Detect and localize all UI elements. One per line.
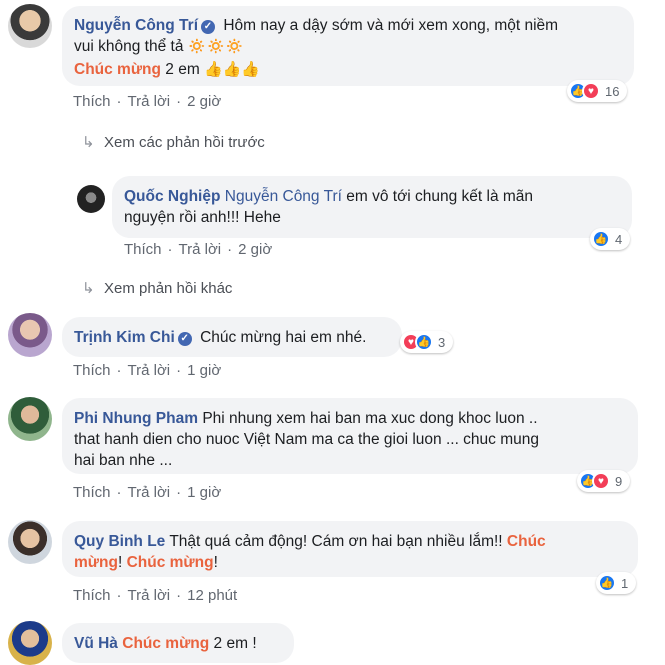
comment-actions: Thích · Trả lời · 1 giờ	[73, 484, 222, 501]
highlight-text: Chúc mừng	[74, 61, 161, 78]
reply-arrow-icon: ↳	[82, 134, 95, 151]
comment-text: Thật quá cảm động! Cám ơn hai bạn nhiều …	[169, 533, 507, 550]
avatar[interactable]	[8, 313, 52, 357]
like-link[interactable]: Thích	[73, 362, 111, 379]
reaction-summary[interactable]: 👍 4	[590, 228, 631, 250]
commenter-name[interactable]: Quốc Nghiệp	[124, 188, 220, 205]
highlight-text: mừng	[74, 554, 118, 571]
commenter-name[interactable]: Nguyễn Công Trí	[74, 17, 198, 34]
comment-text: vui không thể tả	[74, 38, 184, 55]
commenter-name[interactable]: Trịnh Kim Chi	[74, 329, 175, 346]
comment-bubble: Quy Binh Le Thật quá cảm động! Cám ơn ha…	[62, 521, 638, 577]
sparkle-emoji-icon: 🔅🔅🔅	[187, 38, 244, 55]
highlight-text: Chúc mừng	[122, 635, 210, 652]
comment-actions: Thích · Trả lời · 2 giờ	[124, 241, 273, 258]
commenter-name[interactable]: Vũ Hà	[74, 635, 118, 652]
timestamp[interactable]: 1 giờ	[187, 362, 221, 379]
comment-text: !	[117, 554, 127, 571]
reply-link[interactable]: Trả lời	[128, 362, 171, 379]
comment-bubble: Nguyễn Công Trí ✓ Hôm nay a dậy sớm và mớ…	[62, 6, 634, 86]
comment-bubble: Vũ Hà Chúc mừng 2 em !	[62, 623, 294, 663]
reply-link[interactable]: Trả lời	[128, 93, 171, 110]
like-link[interactable]: Thích	[73, 93, 111, 110]
like-link[interactable]: Thích	[73, 587, 111, 604]
comment-actions: Thích · Trả lời · 2 giờ	[73, 93, 222, 110]
avatar[interactable]	[8, 4, 52, 48]
timestamp[interactable]: 12 phút	[187, 587, 237, 604]
comment-actions: Thích · Trả lời · 12 phút	[73, 587, 238, 604]
reply-link[interactable]: Trả lời	[128, 484, 171, 501]
timestamp[interactable]: 2 giờ	[238, 241, 272, 258]
highlight-text: Chúc mừng	[126, 554, 214, 571]
comment-text: Phi nhung xem hai ban ma xuc dong khoc l…	[202, 410, 538, 427]
reaction-summary[interactable]: 👍 ♥ 16	[567, 80, 628, 102]
commenter-name[interactable]: Quy Binh Le	[74, 533, 165, 550]
commenter-name[interactable]: Phi Nhung Pham	[74, 410, 198, 427]
like-reaction-icon: 👍	[598, 574, 616, 592]
view-previous-replies-link[interactable]: ↳ Xem các phản hồi trước	[82, 133, 265, 151]
comment-text: hai ban nhe ...	[74, 452, 173, 469]
reply-link[interactable]: Trả lời	[179, 241, 222, 258]
reaction-summary[interactable]: ♥ 👍 3	[400, 331, 454, 353]
love-reaction-icon: ♥	[592, 472, 610, 490]
comment-text: Hôm nay a dậy sớm và mới xem xong, một n…	[223, 17, 559, 34]
like-reaction-icon: 👍	[415, 333, 433, 351]
verified-badge-icon: ✓	[201, 20, 215, 34]
comment-text: !	[213, 554, 218, 571]
comment-text: 2 em	[161, 61, 200, 78]
like-link[interactable]: Thích	[124, 241, 162, 258]
reply-bubble: Quốc Nghiệp Nguyễn Công Trí em vô tới ch…	[112, 176, 632, 238]
mention-link[interactable]: Nguyễn Công Trí	[225, 188, 342, 205]
avatar[interactable]	[8, 520, 52, 564]
comment-actions: Thích · Trả lời · 1 giờ	[73, 362, 222, 379]
avatar[interactable]	[77, 185, 105, 213]
like-reaction-icon: 👍	[592, 230, 610, 248]
reaction-summary[interactable]: 👍 1	[596, 572, 637, 594]
highlight-text: Chúc	[506, 533, 546, 550]
timestamp[interactable]: 1 giờ	[187, 484, 221, 501]
reaction-summary[interactable]: 👍 ♥ 9	[577, 470, 631, 492]
view-more-replies-link[interactable]: ↳ Xem phản hồi khác	[82, 279, 232, 297]
reaction-count: 9	[615, 473, 623, 489]
comment-text: em vô tới chung kết là mãn	[341, 188, 534, 205]
reaction-count: 1	[621, 575, 629, 591]
comment-text: Chúc mừng hai em nhé.	[200, 329, 367, 346]
reply-link[interactable]: Trả lời	[128, 587, 171, 604]
thumbs-up-emoji-icon: 👍👍👍	[204, 61, 261, 78]
comment-bubble: Phi Nhung Pham Phi nhung xem hai ban ma …	[62, 398, 638, 474]
comment-text: that hanh dien cho nuoc Việt Nam ma ca t…	[74, 431, 539, 448]
like-link[interactable]: Thích	[73, 484, 111, 501]
reaction-count: 4	[615, 231, 623, 247]
avatar[interactable]	[8, 397, 52, 441]
comment-text: 2 em !	[209, 635, 257, 652]
comment-text: nguyện rồi anh!!! Hehe	[124, 209, 281, 226]
love-reaction-icon: ♥	[582, 82, 600, 100]
reaction-count: 16	[605, 83, 620, 99]
avatar[interactable]	[8, 621, 52, 665]
verified-badge-icon: ✓	[177, 332, 192, 346]
timestamp[interactable]: 2 giờ	[187, 93, 221, 110]
reaction-count: 3	[438, 334, 446, 350]
reply-arrow-icon: ↳	[82, 280, 95, 297]
comment-bubble: Trịnh Kim Chi ✓ Chúc mừng hai em nhé.	[62, 317, 402, 357]
